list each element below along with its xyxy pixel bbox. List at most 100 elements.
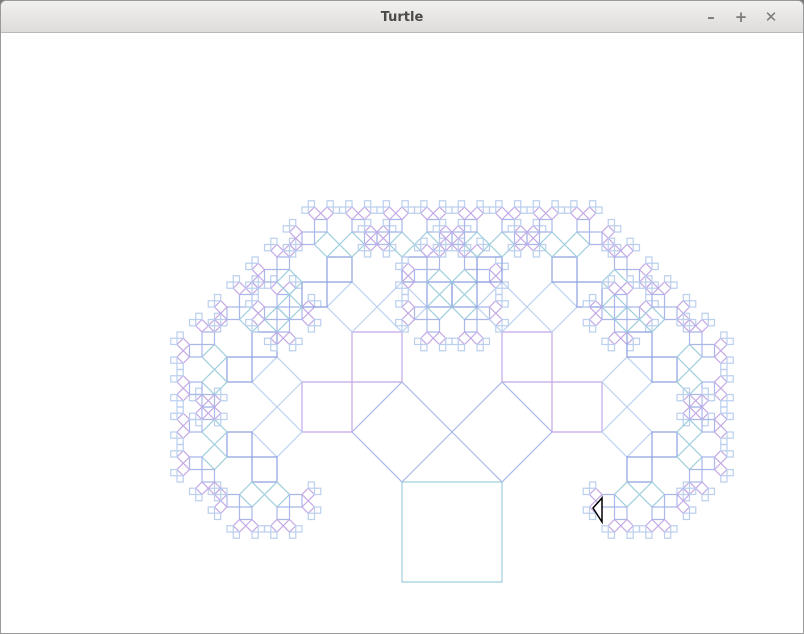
tree-square — [626, 343, 634, 352]
tree-square — [601, 224, 616, 240]
tree-square — [501, 262, 509, 271]
tree-square — [395, 262, 403, 271]
tree-square — [282, 281, 297, 296]
tree-square — [476, 343, 484, 352]
tree-square — [176, 337, 191, 352]
tree-square — [457, 218, 466, 227]
tree-square — [676, 412, 684, 421]
tree-square — [176, 374, 191, 390]
tree-square — [532, 206, 547, 221]
tree-square — [651, 506, 666, 521]
tree-square — [538, 225, 547, 233]
tree-square — [663, 275, 672, 283]
tree-square — [195, 312, 203, 321]
tree-square — [251, 293, 259, 302]
tree-square — [313, 487, 322, 496]
tree-square — [395, 318, 403, 327]
tree-square — [307, 293, 316, 302]
tree-square — [588, 293, 597, 302]
tree-square — [232, 531, 241, 539]
tree-square — [419, 331, 435, 346]
tree-square — [601, 356, 653, 408]
tree-square — [613, 506, 628, 521]
tree-square — [588, 231, 603, 246]
tree-square — [495, 256, 503, 264]
tree-square — [420, 200, 428, 208]
tree-square — [313, 300, 322, 308]
tree-square — [276, 256, 291, 271]
tree-square — [713, 374, 728, 390]
tree-square — [188, 456, 203, 471]
tree-square — [263, 337, 272, 346]
tree-square — [463, 256, 478, 271]
tree-square — [701, 493, 709, 502]
tree-square — [245, 300, 253, 308]
maximize-button[interactable]: + — [731, 7, 751, 27]
tree-square — [288, 343, 297, 352]
window-title: Turtle — [380, 10, 424, 25]
tree-square — [663, 531, 672, 539]
tree-square — [176, 475, 184, 483]
tree-square — [601, 406, 653, 458]
tree-square — [632, 281, 641, 289]
tree-square — [651, 431, 678, 458]
tree-square — [288, 218, 297, 227]
tree-square — [694, 481, 710, 496]
tree-square — [688, 300, 697, 308]
tree-square — [301, 312, 316, 327]
close-button[interactable]: ✕ — [761, 7, 781, 27]
tree-square — [713, 387, 728, 402]
tree-square — [482, 206, 491, 214]
tree-square — [569, 206, 585, 221]
tree-square — [195, 387, 203, 396]
tree-square — [438, 218, 447, 227]
tree-square — [476, 200, 484, 208]
tree-square — [488, 312, 503, 327]
tree-square — [713, 449, 728, 465]
tree-square — [513, 250, 522, 258]
tree-square — [176, 368, 184, 377]
minimize-button[interactable]: – — [701, 7, 721, 27]
tree-square — [176, 349, 191, 365]
tree-square — [413, 268, 428, 283]
tree-square — [445, 337, 453, 346]
title-bar[interactable]: Turtle – + ✕ — [1, 1, 803, 33]
tree-square — [170, 337, 178, 346]
tree-square — [201, 331, 216, 346]
tree-square — [632, 525, 641, 533]
tree-square — [676, 499, 691, 515]
tree-square — [382, 250, 391, 258]
tree-square — [701, 343, 716, 358]
tree-square — [188, 343, 203, 358]
turtle-canvas[interactable] — [1, 33, 803, 633]
tree-square — [176, 462, 191, 477]
tree-square — [232, 281, 247, 296]
tree-square — [401, 481, 503, 583]
tree-square — [176, 443, 184, 452]
tree-square — [388, 225, 397, 233]
tree-square — [420, 237, 428, 246]
tree-square — [563, 231, 591, 258]
tree-square — [582, 506, 591, 514]
tree-square — [326, 200, 334, 208]
tree-square — [707, 318, 716, 327]
tree-square — [432, 331, 447, 346]
tree-square — [338, 206, 347, 214]
tree-square — [451, 381, 553, 483]
tree-square — [344, 206, 360, 221]
tree-square — [507, 206, 522, 221]
tree-square — [682, 512, 691, 521]
tree-square — [426, 256, 441, 271]
tree-square — [607, 518, 622, 533]
tree-square — [244, 518, 260, 533]
tree-square — [201, 468, 216, 483]
tree-square — [613, 256, 628, 271]
tree-square — [188, 412, 197, 421]
tree-square — [170, 356, 178, 364]
tree-square — [413, 337, 422, 346]
tree-square — [607, 218, 616, 227]
tree-square — [313, 218, 328, 233]
tree-square — [263, 243, 272, 252]
tree-square — [651, 356, 678, 383]
tree-square — [170, 450, 178, 458]
